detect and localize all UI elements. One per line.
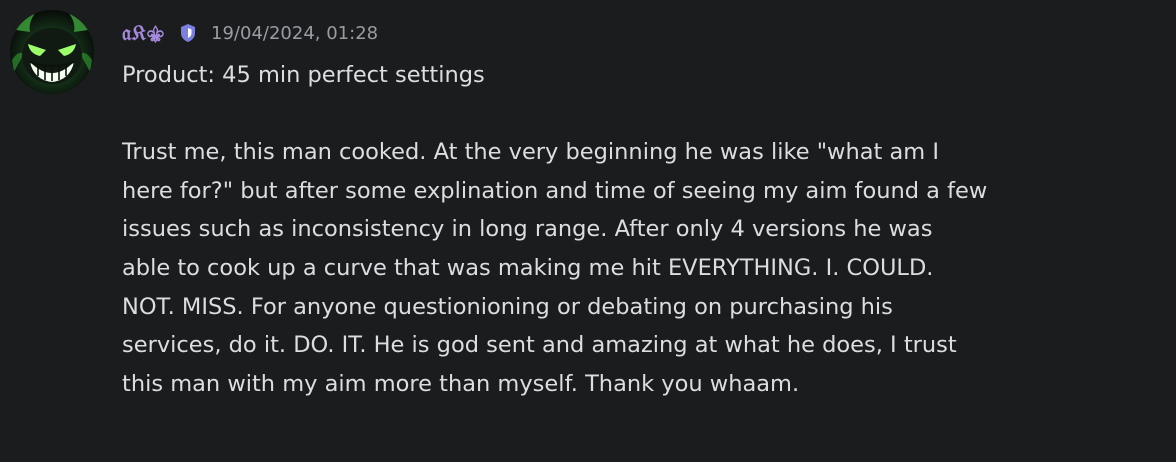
body-line: here for?" but after some explination an…: [122, 177, 988, 204]
body-line: able to cook up a curve that was making …: [122, 254, 934, 281]
product-line: Product: 45 min perfect settings: [122, 62, 485, 88]
body-line: NOT. MISS. For anyone questionioning or …: [122, 293, 893, 320]
author-username[interactable]: 𝔞𝔎⚜: [122, 20, 165, 46]
grinning-green-face-icon: [10, 10, 94, 94]
avatar[interactable]: [10, 10, 94, 94]
body-line: services, do it. DO. IT. He is god sent …: [122, 332, 957, 359]
message-timestamp[interactable]: 19/04/2024, 01:28: [211, 23, 378, 44]
shield-badge-icon[interactable]: [179, 23, 197, 43]
message-header: 𝔞𝔎⚜ 19/04/2024, 01:28: [122, 18, 378, 48]
body-line: issues such as inconsistency in long ran…: [122, 216, 933, 243]
body-line: Trust me, this man cooked. At the very b…: [122, 139, 939, 166]
chat-message: 𝔞𝔎⚜ 19/04/2024, 01:28 Product: 45 min pe…: [0, 0, 1176, 462]
body-line: this man with my aim more than myself. T…: [122, 370, 800, 397]
message-content: Product: 45 min perfect settings Trust m…: [122, 56, 1122, 403]
